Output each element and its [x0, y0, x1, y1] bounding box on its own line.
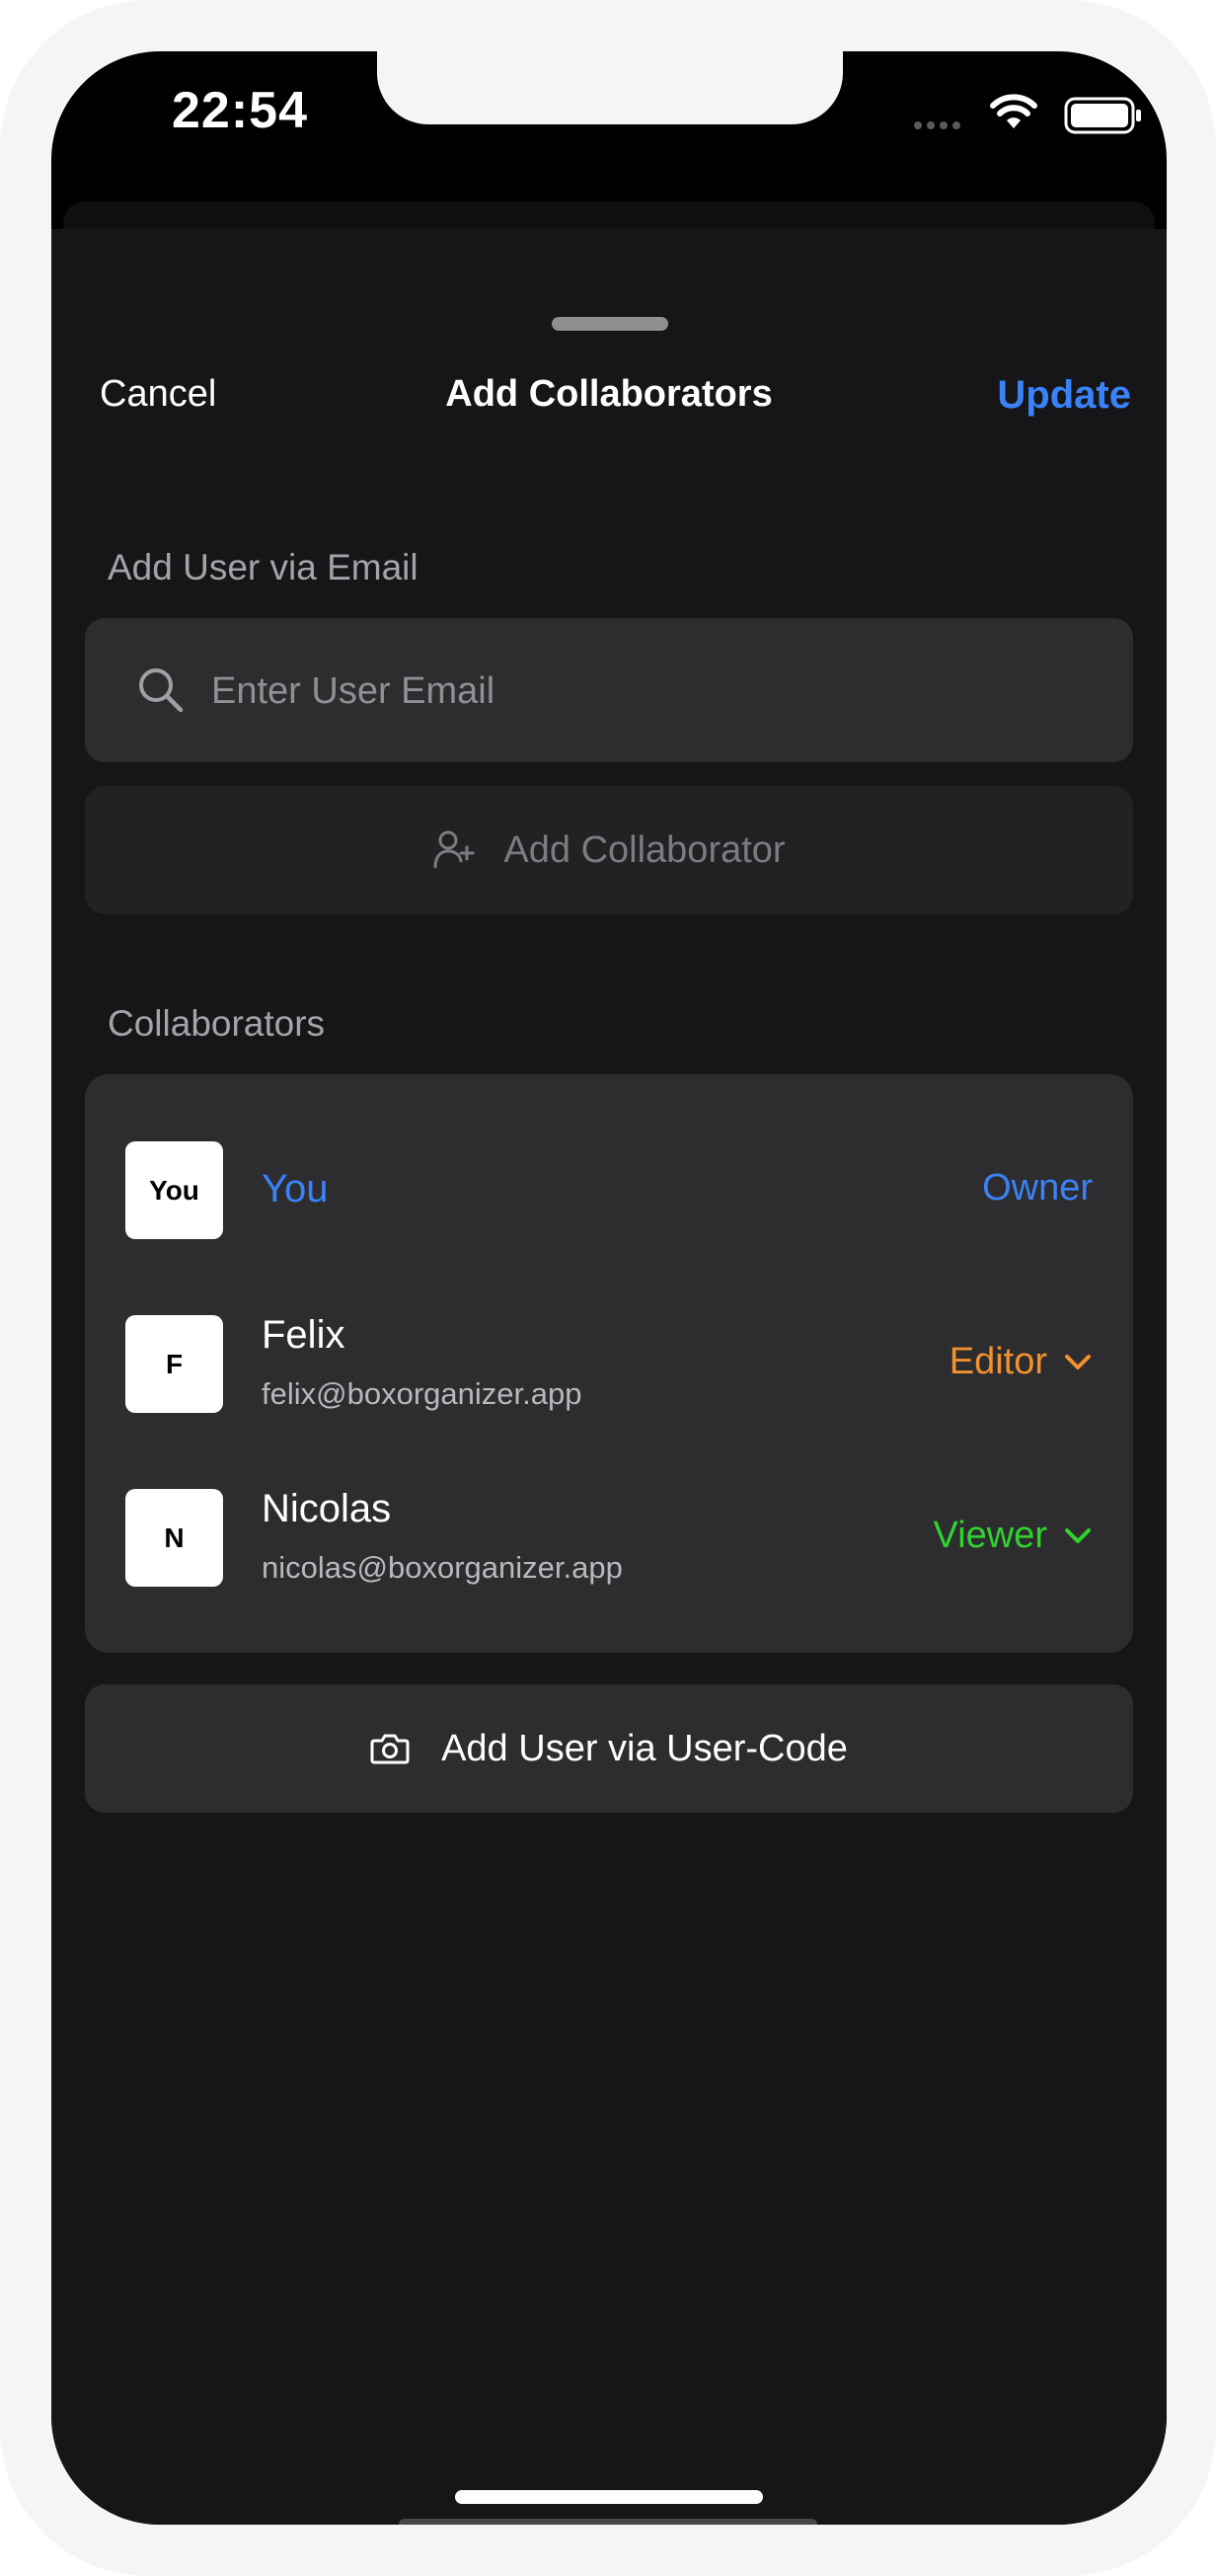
update-button[interactable]: Update	[997, 373, 1131, 418]
wifi-icon	[990, 94, 1037, 128]
avatar: F	[125, 1315, 223, 1413]
chevron-down-icon	[1065, 1527, 1091, 1543]
collaborator-row-nicolas: N Nicolas nicolas@boxorganizer.app Viewe…	[85, 1487, 1133, 1588]
role-label: Editor	[949, 1341, 1047, 1382]
add-collaborators-sheet: Cancel Add Collaborators Update Add User…	[51, 229, 1167, 2525]
collaborator-name: Felix	[262, 1313, 345, 1357]
role-label: Viewer	[933, 1515, 1047, 1556]
screen: 22:54 Cancel Add Collaborators Update Ad…	[51, 51, 1167, 2525]
camera-icon	[370, 1734, 410, 1764]
home-indicator	[455, 2490, 763, 2504]
device-frame: 22:54 Cancel Add Collaborators Update Ad…	[0, 0, 1216, 2576]
add-collaborator-label: Add Collaborator	[503, 828, 786, 871]
add-user-via-code-button[interactable]: Add User via User-Code	[85, 1684, 1133, 1813]
collaborator-email: nicolas@boxorganizer.app	[262, 1550, 623, 1585]
role-label-owner: Owner	[982, 1167, 1093, 1209]
add-user-via-code-label: Add User via User-Code	[441, 1727, 848, 1769]
collaborator-row-felix: F Felix felix@boxorganizer.app Editor	[85, 1313, 1133, 1414]
sheet-bottom-edge	[399, 2519, 817, 2525]
sheet-grabber[interactable]	[552, 317, 668, 331]
search-icon	[139, 668, 184, 713]
collaborator-name: You	[262, 1167, 329, 1210]
status-time: 22:54	[172, 82, 308, 139]
email-input[interactable]	[209, 618, 1102, 764]
role-dropdown-viewer[interactable]: Viewer	[934, 1515, 1093, 1557]
device-notch	[377, 51, 843, 124]
status-icons	[861, 93, 1157, 134]
email-search-field[interactable]	[85, 618, 1133, 764]
add-collaborator-button[interactable]: Add Collaborator	[85, 786, 1133, 914]
add-by-email-label: Add User via Email	[108, 547, 418, 587]
battery-icon	[1064, 97, 1141, 134]
chevron-down-icon	[1065, 1354, 1091, 1369]
avatar: You	[125, 1141, 223, 1239]
avatar: N	[125, 1489, 223, 1587]
collaborator-name: Nicolas	[262, 1487, 392, 1530]
collaborators-label: Collaborators	[108, 1003, 326, 1044]
collaborators-list: You You Owner F Felix felix@boxorganizer…	[85, 1074, 1133, 1653]
collaborator-row-you: You You Owner	[85, 1141, 1133, 1240]
signal-icon	[914, 117, 965, 134]
collaborator-email: felix@boxorganizer.app	[262, 1376, 582, 1411]
add-person-icon	[433, 830, 475, 869]
role-dropdown-editor[interactable]: Editor	[950, 1341, 1093, 1383]
